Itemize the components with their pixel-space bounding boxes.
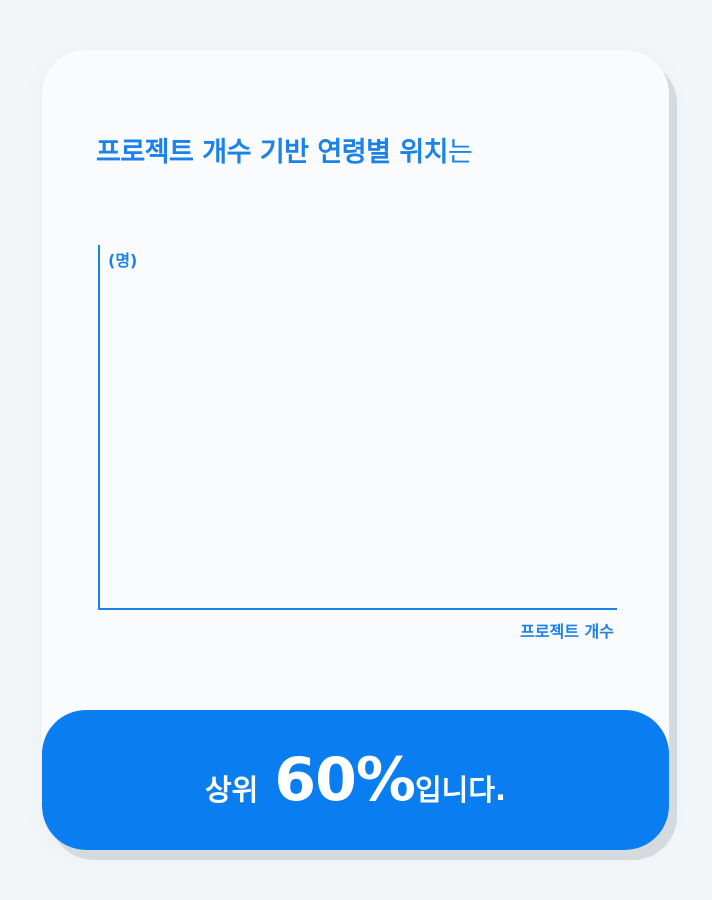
result-banner: 상위 60% 입니다.	[42, 710, 669, 850]
result-suffix: 입니다.	[414, 773, 507, 807]
x-axis-label: 프로젝트 개수	[520, 622, 614, 641]
result-prefix: 상위	[204, 773, 259, 807]
y-axis-label: (명)	[108, 251, 137, 270]
result-text: 상위 60% 입니다.	[205, 745, 506, 815]
result-percentage: 60%	[274, 745, 416, 815]
age-position-chart: (명) 프로젝트 개수	[98, 245, 617, 641]
result-card: 프로젝트 개수 기반 연령별 위치는 (명) 프로젝트 개수 상위 60% 입니…	[42, 50, 669, 850]
